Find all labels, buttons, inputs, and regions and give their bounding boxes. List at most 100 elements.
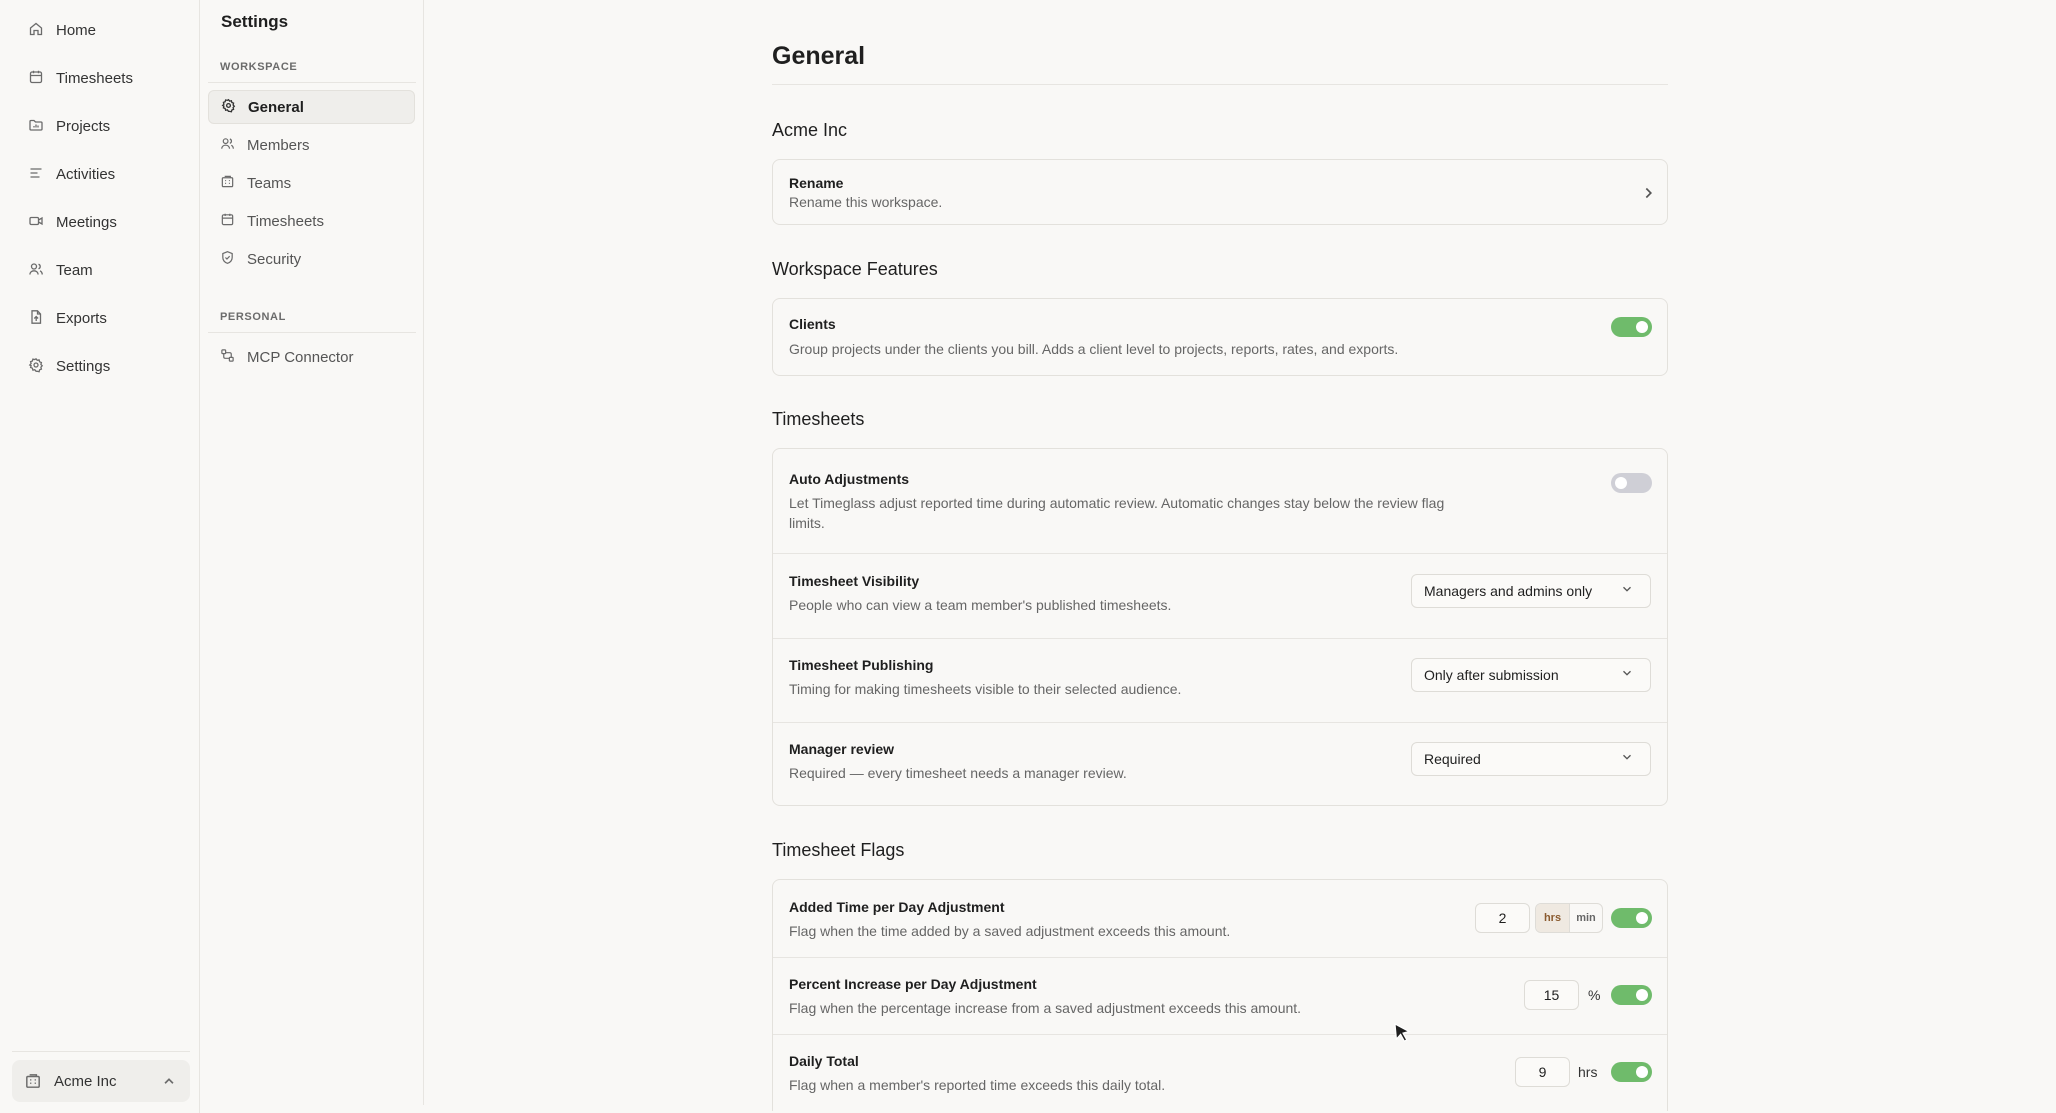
nav-item-label: Team [56, 261, 93, 279]
percent-increase-row: Percent Increase per Day Adjustment Flag… [773, 958, 1667, 1034]
features-section-title: Workspace Features [772, 259, 938, 279]
workspace-name: Acme Inc [54, 1072, 117, 1090]
main-nav: Home Timesheets Projects Activities Meet… [0, 0, 200, 1113]
daily-total-toggle[interactable] [1611, 1062, 1652, 1082]
rename-row[interactable]: Rename Rename this workspace. [772, 159, 1668, 225]
publishing-value: Only after submission [1424, 667, 1559, 683]
personal-heading: PERSONAL [220, 311, 286, 323]
auto-adjustments-title: Auto Adjustments [789, 471, 910, 487]
daily-total-unit: hrs [1578, 1064, 1598, 1080]
manager-review-select[interactable]: Required [1411, 742, 1651, 776]
gear-icon [221, 98, 239, 116]
workspace-section-title: Acme Inc [772, 120, 848, 140]
manager-review-value: Required [1424, 751, 1481, 767]
calendar-icon [28, 69, 46, 87]
settings-item-label: MCP Connector [247, 348, 354, 366]
clients-description: Group projects under the clients you bil… [789, 341, 1399, 357]
unit-min-option[interactable]: min [1569, 904, 1602, 932]
unit-hrs-option[interactable]: hrs [1536, 904, 1569, 932]
settings-item-teams[interactable]: Teams [208, 166, 415, 200]
settings-item-label: Security [247, 250, 302, 268]
flags-section-title: Timesheet Flags [772, 840, 905, 860]
chevron-down-icon [1620, 582, 1638, 600]
daily-total-input[interactable]: 9 [1515, 1057, 1570, 1087]
chevron-down-icon [1620, 750, 1638, 768]
workspace-switcher[interactable]: Acme Inc [12, 1060, 190, 1102]
added-time-toggle[interactable] [1611, 908, 1652, 928]
mouse-cursor-icon [1393, 1022, 1413, 1044]
chevron-right-icon [1639, 184, 1657, 202]
video-icon [28, 213, 46, 231]
nav-item-home[interactable]: Home [28, 16, 96, 44]
nav-item-activities[interactable]: Activities [28, 160, 115, 188]
settings-item-timesheets[interactable]: Timesheets [208, 204, 415, 238]
nav-item-label: Timesheets [56, 69, 133, 87]
nav-item-exports[interactable]: Exports [28, 304, 107, 332]
publishing-row: Timesheet Publishing Timing for making t… [773, 639, 1667, 723]
publishing-title: Timesheet Publishing [789, 657, 934, 673]
nav-item-meetings[interactable]: Meetings [28, 208, 117, 236]
added-time-description: Flag when the time added by a saved adju… [789, 923, 1231, 939]
connector-icon [220, 348, 238, 366]
auto-adjustments-toggle[interactable] [1611, 473, 1652, 493]
auto-adjustments-row: Auto Adjustments Let Timeglass adjust re… [773, 449, 1667, 553]
visibility-row: Timesheet Visibility People who can view… [773, 554, 1667, 638]
publishing-select[interactable]: Only after submission [1411, 658, 1651, 692]
settings-title: Settings [221, 12, 289, 31]
daily-total-description: Flag when a member's reported time excee… [789, 1077, 1166, 1093]
settings-item-mcp-connector[interactable]: MCP Connector [208, 340, 415, 374]
settings-item-members[interactable]: Members [208, 128, 415, 162]
building-icon [220, 174, 238, 192]
settings-item-label: Members [247, 136, 310, 154]
nav-item-timesheets[interactable]: Timesheets [28, 64, 133, 92]
toggle-knob [1615, 477, 1627, 489]
percent-increase-toggle[interactable] [1611, 985, 1652, 1005]
nav-item-settings[interactable]: Settings [28, 352, 110, 380]
settings-item-general[interactable]: General [208, 90, 415, 124]
folder-icon [28, 117, 46, 135]
clients-toggle[interactable] [1611, 317, 1652, 337]
added-time-unit-toggle: hrs min [1535, 903, 1603, 933]
gear-icon [28, 357, 46, 375]
calendar-icon [220, 212, 238, 230]
section-divider [208, 82, 416, 83]
visibility-value: Managers and admins only [1424, 583, 1593, 599]
visibility-title: Timesheet Visibility [789, 573, 920, 589]
clients-row: Clients Group projects under the clients… [772, 298, 1668, 376]
percent-increase-input[interactable]: 15 [1524, 980, 1579, 1010]
manager-review-description: Required — every timesheet needs a manag… [789, 765, 1127, 781]
chevron-down-icon [1620, 666, 1638, 684]
workspace-heading: WORKSPACE [220, 61, 298, 73]
settings-sidebar: Settings WORKSPACE General Members Teams… [200, 0, 424, 1105]
added-time-title: Added Time per Day Adjustment [789, 899, 1005, 915]
settings-item-label: General [248, 98, 304, 116]
section-divider [208, 332, 416, 333]
settings-item-label: Teams [247, 174, 292, 192]
percent-unit: % [1588, 987, 1601, 1003]
rename-description: Rename this workspace. [789, 194, 943, 210]
added-time-row: Added Time per Day Adjustment Flag when … [773, 880, 1667, 957]
nav-item-label: Home [56, 21, 97, 39]
file-export-icon [28, 309, 46, 327]
timesheets-card: Auto Adjustments Let Timeglass adjust re… [772, 448, 1668, 806]
added-time-input[interactable]: 2 [1475, 903, 1530, 933]
home-icon [28, 21, 46, 39]
nav-divider [12, 1051, 190, 1052]
users-icon [220, 136, 238, 154]
timesheets-section-title: Timesheets [772, 409, 865, 429]
settings-item-security[interactable]: Security [208, 242, 415, 276]
toggle-knob [1636, 989, 1648, 1001]
users-icon [28, 261, 46, 279]
nav-item-team[interactable]: Team [28, 256, 93, 284]
auto-adjustments-description: Let Timeglass adjust reported time durin… [789, 495, 1445, 531]
publishing-description: Timing for making timesheets visible to … [789, 681, 1182, 697]
clients-title: Clients [789, 316, 836, 332]
visibility-select[interactable]: Managers and admins only [1411, 574, 1651, 608]
visibility-description: People who can view a team member's publ… [789, 597, 1172, 613]
nav-item-projects[interactable]: Projects [28, 112, 110, 140]
building-icon [24, 1072, 42, 1090]
chevron-up-icon [160, 1072, 178, 1090]
nav-item-label: Activities [56, 165, 116, 183]
page-title: General [772, 42, 866, 70]
title-divider [772, 84, 1668, 85]
